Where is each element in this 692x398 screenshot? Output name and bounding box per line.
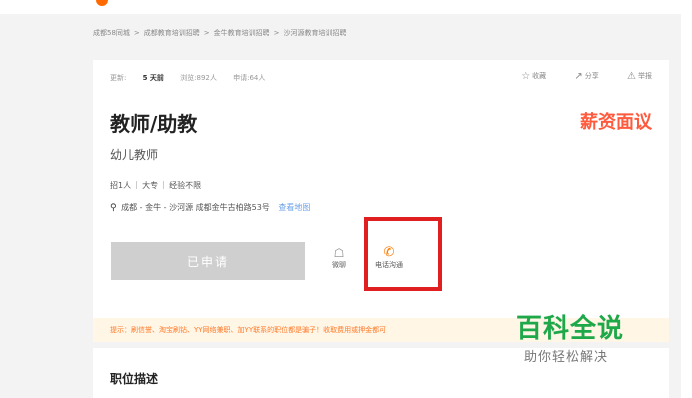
address-text: 成都 - 金牛 - 沙河源 成都金牛古柏路53号 (121, 203, 270, 212)
view-map-link[interactable]: 查看地图 (278, 203, 310, 212)
share-button[interactable]: ↗ 分享 (574, 71, 598, 82)
job-card: 更新: 5 天前 浏览:892人 申请:64人 ☆ 收藏 ↗ 分享 ⚠ 举报 教师/助… (93, 60, 669, 342)
job-tags: 招1人 大专 经验不限 (110, 180, 201, 191)
tag-experience: 经验不限 (169, 181, 202, 190)
job-address: ⚲ 成都 - 金牛 - 沙河源 成都金牛古柏路53号 查看地图 (110, 202, 310, 213)
highlight-box (364, 217, 442, 291)
location-pin-icon: ⚲ (110, 203, 117, 213)
favorite-button[interactable]: ☆ 收藏 (521, 71, 546, 82)
tag-divider (163, 181, 165, 189)
breadcrumb: 成都58同城 > 成都教育培训招聘 > 金牛教育培训招聘 > 沙河源教育培训招聘 (93, 28, 347, 38)
apply-button[interactable]: 已申请 (111, 242, 305, 280)
right-panel-edge (681, 14, 692, 398)
chat-bubble-icon: ☖ (333, 246, 345, 260)
chat-button[interactable]: ☖ 微聊 (329, 246, 349, 270)
breadcrumb-item[interactable]: 成都教育培训招聘 (144, 29, 200, 37)
tag-education: 大专 (142, 181, 159, 190)
site-logo[interactable] (96, 0, 108, 6)
salary: 薪资面议 (580, 112, 652, 133)
job-title: 教师/助教 (110, 112, 198, 136)
updated-label: 更新: (110, 74, 127, 82)
breadcrumb-item[interactable]: 成都58同城 (93, 29, 130, 37)
breadcrumb-item[interactable]: 沙河源教育培训招聘 (284, 29, 347, 37)
watermark-title: 百科全说 (516, 314, 625, 344)
breadcrumb-item[interactable]: 金牛教育培训招聘 (214, 29, 270, 37)
report-label: 举报 (638, 72, 652, 80)
updated-info: 更新: 5 天前 (110, 74, 164, 82)
share-icon: ↗ (574, 71, 583, 82)
views-count: 浏览:892人 (180, 74, 217, 82)
chat-label: 微聊 (332, 261, 346, 269)
tag-headcount: 招1人 (110, 181, 132, 190)
favorite-label: 收藏 (532, 72, 547, 80)
share-label: 分享 (584, 72, 599, 80)
description-title: 职位描述 (110, 372, 159, 386)
applications-count: 申请:64人 (233, 74, 266, 82)
breadcrumb-separator: > (273, 29, 280, 37)
job-actions: ☆ 收藏 ↗ 分享 ⚠ 举报 (495, 71, 652, 82)
tag-divider (136, 181, 138, 189)
top-bar (0, 0, 692, 14)
updated-value: 5 天前 (142, 74, 164, 82)
breadcrumb-separator: > (203, 29, 210, 37)
star-outline-icon: ☆ (521, 71, 531, 82)
job-meta: 更新: 5 天前 浏览:892人 申请:64人 (110, 73, 279, 83)
report-button[interactable]: ⚠ 举报 (627, 71, 652, 82)
report-icon: ⚠ (627, 71, 636, 82)
watermark-subtitle: 助你轻松解决 (524, 350, 609, 365)
breadcrumb-separator: > (133, 29, 140, 37)
job-subtitle: 幼儿教师 (110, 148, 159, 162)
